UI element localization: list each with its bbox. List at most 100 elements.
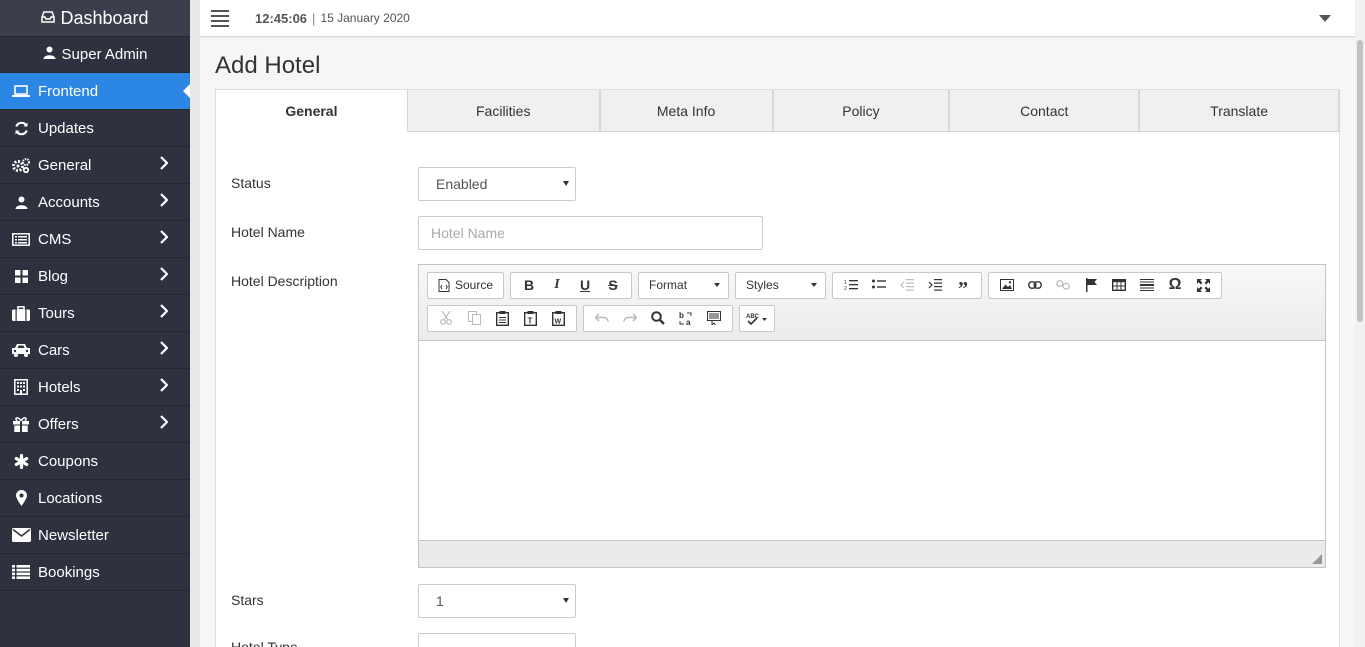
copy-icon[interactable] <box>460 306 488 331</box>
sidebar-item-accounts[interactable]: Accounts <box>0 184 190 221</box>
select-all-icon[interactable] <box>700 306 728 331</box>
topbar: 12:45:06 | 15 January 2020 <box>200 0 1365 37</box>
hotel-name-input[interactable] <box>418 216 763 250</box>
sidebar-item-newsletter[interactable]: Newsletter <box>0 517 190 554</box>
sidebar-item-label: Frontend <box>38 82 99 100</box>
underline-icon[interactable]: U <box>571 273 599 298</box>
caret-down-icon[interactable] <box>1319 15 1331 22</box>
strikethrough-icon[interactable]: S <box>599 273 627 298</box>
sidebar-item-locations[interactable]: Locations <box>0 480 190 517</box>
chevron-right-icon <box>160 341 168 355</box>
paste-icon[interactable] <box>488 306 516 331</box>
format-dropdown[interactable]: Format <box>638 271 730 299</box>
suitcase-icon <box>10 305 32 321</box>
sidebar-item-offers[interactable]: Offers <box>0 406 190 443</box>
svg-text:b: b <box>679 311 684 320</box>
svg-text:W: W <box>554 318 561 325</box>
tab-facilities[interactable]: Facilities <box>406 90 600 132</box>
editor-footer <box>419 541 1325 567</box>
source-group: Source <box>427 271 505 299</box>
user-profile[interactable]: Super Admin <box>0 37 190 73</box>
stars-label: Stars <box>231 592 264 608</box>
status-select[interactable]: Enabled <box>418 167 576 201</box>
hotel-type-select[interactable] <box>418 633 576 647</box>
editor-toolbar: Source B I U S Format Styles 1 2 ” Ω T W… <box>419 265 1325 341</box>
sidebar-item-general[interactable]: General <box>0 147 190 184</box>
sidebar-item-bookings[interactable]: Bookings <box>0 554 190 591</box>
chevron-right-icon <box>160 156 168 170</box>
svg-text:2: 2 <box>844 286 847 291</box>
sidebar-item-tours[interactable]: Tours <box>0 295 190 332</box>
sidebar-item-frontend[interactable]: Frontend <box>0 73 190 110</box>
tab-contact[interactable]: Contact <box>949 90 1140 132</box>
chevron-right-icon <box>160 415 168 429</box>
insert-group: Ω <box>988 271 1223 299</box>
special-character-icon[interactable]: Ω <box>1161 273 1189 298</box>
tab-translate[interactable]: Translate <box>1139 90 1339 132</box>
horizontal-line-icon[interactable] <box>1133 273 1161 298</box>
sidebar-item-label: CMS <box>38 230 72 248</box>
replace-icon[interactable]: ba <box>672 306 700 331</box>
tab-policy[interactable]: Policy <box>772 90 950 132</box>
image-icon[interactable] <box>993 273 1021 298</box>
italic-icon[interactable]: I <box>543 273 571 298</box>
table-icon[interactable] <box>1105 273 1133 298</box>
redo-icon[interactable] <box>616 306 644 331</box>
paste-text-icon[interactable]: T <box>516 306 544 331</box>
indent-icon[interactable] <box>921 273 949 298</box>
unlink-icon[interactable] <box>1049 273 1077 298</box>
laptop-icon <box>10 84 32 98</box>
gears-icon <box>10 157 32 173</box>
sidebar-item-label: Updates <box>38 119 94 137</box>
sidebar-item-updates[interactable]: Updates <box>0 110 190 147</box>
chevron-right-icon <box>160 378 168 392</box>
user-name: Super Admin <box>61 46 148 63</box>
time-separator: | <box>312 10 316 26</box>
sidebar-item-label: Offers <box>38 415 79 433</box>
bulleted-list-icon[interactable] <box>865 273 893 298</box>
sidebar-item-label: Tours <box>38 304 75 322</box>
paste-word-icon[interactable]: W <box>544 306 572 331</box>
brand-label: Dashboard <box>60 7 149 28</box>
tab-meta-info[interactable]: Meta Info <box>599 90 773 132</box>
blockquote-icon[interactable]: ” <box>949 273 977 300</box>
stars-select[interactable]: 1 <box>418 584 576 618</box>
user-icon <box>10 196 32 209</box>
styles-label: Styles <box>746 278 779 292</box>
svg-text:ABC: ABC <box>746 314 760 320</box>
menu-toggle-icon[interactable] <box>211 9 229 27</box>
cut-icon[interactable] <box>432 306 460 331</box>
numbered-list-icon[interactable]: 12 <box>837 273 865 298</box>
sidebar-item-cars[interactable]: Cars <box>0 332 190 369</box>
chevron-right-icon <box>160 304 168 318</box>
editor-content-area[interactable] <box>419 341 1325 541</box>
link-icon[interactable] <box>1021 273 1049 298</box>
scrollbar-thumb[interactable] <box>1357 40 1363 322</box>
sidebar-item-cms[interactable]: CMS <box>0 221 190 258</box>
dropdown-arrow-icon <box>811 283 818 287</box>
resize-handle-icon[interactable] <box>1312 554 1322 564</box>
maximize-icon[interactable] <box>1189 273 1217 298</box>
status-label: Status <box>231 175 271 191</box>
bold-icon[interactable]: B <box>515 273 543 298</box>
sidebar-item-hotels[interactable]: Hotels <box>0 369 190 406</box>
dashboard-link[interactable]: Dashboard <box>0 0 190 37</box>
tab-general[interactable]: General <box>216 90 407 132</box>
find-icon[interactable] <box>644 306 672 331</box>
spellcheck-icon[interactable]: ABC <box>742 306 772 331</box>
sidebar-item-blog[interactable]: Blog <box>0 258 190 295</box>
styles-dropdown[interactable]: Styles <box>735 271 827 299</box>
chevron-right-icon <box>160 193 168 207</box>
gift-icon <box>10 416 32 432</box>
chevron-right-icon <box>160 230 168 244</box>
sidebar-item-coupons[interactable]: Coupons <box>0 443 190 480</box>
anchor-flag-icon[interactable] <box>1077 273 1105 298</box>
page-scrollbar[interactable] <box>1355 0 1365 647</box>
sidebar-item-label: Bookings <box>38 563 100 581</box>
list-group: 12 ” <box>832 271 983 300</box>
undo-icon[interactable] <box>588 306 616 331</box>
building-icon <box>10 379 32 395</box>
tab-bar: General Facilities Meta Info Policy Cont… <box>216 90 1339 132</box>
outdent-icon[interactable] <box>893 273 921 298</box>
source-button[interactable]: Source <box>432 273 499 298</box>
